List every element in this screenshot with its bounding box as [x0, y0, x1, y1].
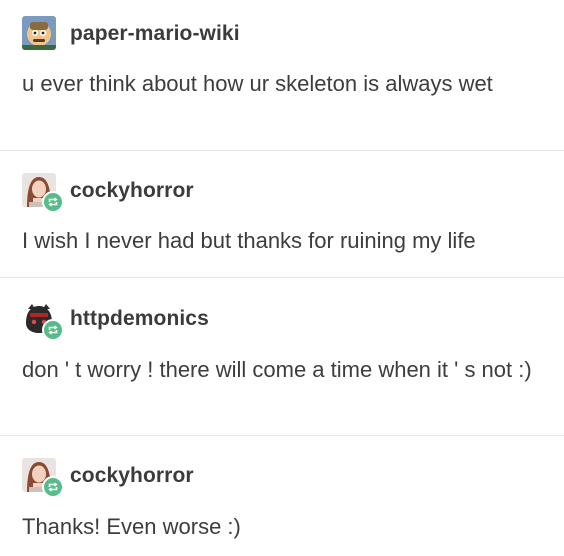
post-header: cockyhorror [22, 458, 194, 498]
post-text: don ' t worry ! there will come a time w… [22, 357, 532, 382]
post-text: I wish I never had but thanks for ruinin… [22, 228, 476, 253]
avatar[interactable] [22, 173, 64, 213]
post-separator [0, 277, 564, 278]
post-separator [0, 435, 564, 436]
username[interactable]: paper-mario-wiki [70, 23, 240, 44]
post-header: httpdemonics [22, 301, 209, 341]
paper-mario-avatar-icon [22, 16, 56, 50]
reblog-icon [42, 476, 64, 498]
reblog-icon [42, 319, 64, 341]
username[interactable]: cockyhorror [70, 180, 194, 201]
post-text: u ever think about how ur skeleton is al… [22, 71, 493, 96]
reblog-icon [42, 191, 64, 213]
post-header: cockyhorror [22, 173, 194, 213]
post-text: Thanks! Even worse :) [22, 514, 241, 539]
avatar[interactable] [22, 16, 56, 50]
post-header: paper-mario-wiki [22, 16, 240, 50]
username[interactable]: httpdemonics [70, 308, 209, 329]
avatar[interactable] [22, 301, 64, 341]
avatar[interactable] [22, 458, 64, 498]
username[interactable]: cockyhorror [70, 465, 194, 486]
post-separator [0, 150, 564, 151]
